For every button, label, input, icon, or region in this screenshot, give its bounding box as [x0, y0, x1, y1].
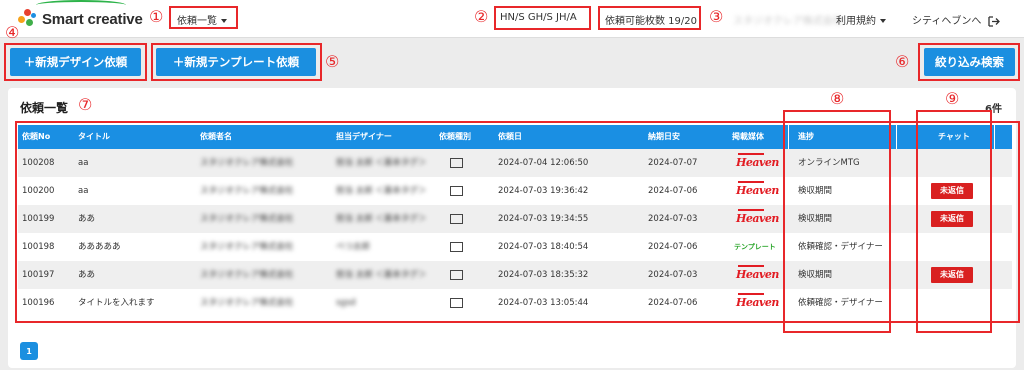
logout-icon: [987, 15, 1000, 27]
user-logout-link[interactable]: シティヘブンへ: [912, 12, 1000, 27]
annotation-box-7: [15, 121, 1020, 323]
annotation-number-7: ⑦: [78, 95, 93, 114]
logo-mark-icon: [18, 9, 38, 29]
annotation-number-9: ⑨: [945, 89, 960, 108]
user-name: シティヘブンへ: [912, 16, 982, 27]
annotation-number-1: ①: [149, 7, 164, 26]
brand-logo[interactable]: Smart creative: [18, 7, 143, 31]
logo-text: Smart creative: [42, 10, 143, 28]
terms-label: 利用規約: [836, 16, 876, 27]
annotation-number-3: ③: [709, 7, 724, 26]
annotation-number-2: ②: [474, 7, 489, 26]
annotation-box-2: [494, 6, 591, 30]
new-design-request-button[interactable]: ＋新規デザイン依頼: [10, 48, 141, 76]
annotation-number-6: ⑥: [895, 52, 910, 71]
chevron-down-icon: [880, 19, 886, 23]
pagination-page-button[interactable]: 1: [20, 342, 38, 360]
annotation-box-1: [169, 6, 238, 29]
company-name: スタジオクレア株式会社: [733, 16, 843, 27]
list-title: 依頼一覧: [20, 101, 69, 115]
new-template-request-button[interactable]: ＋新規テンプレート依頼: [156, 48, 316, 76]
annotation-number-5: ⑤: [325, 52, 340, 71]
logo-arc-decoration: [36, 0, 126, 10]
filter-search-button[interactable]: 絞り込み検索: [924, 48, 1015, 76]
terms-dropdown[interactable]: 利用規約: [836, 12, 886, 27]
annotation-number-8: ⑧: [830, 89, 845, 108]
annotation-number-4: ④: [5, 23, 20, 42]
annotation-box-3: [598, 6, 701, 30]
